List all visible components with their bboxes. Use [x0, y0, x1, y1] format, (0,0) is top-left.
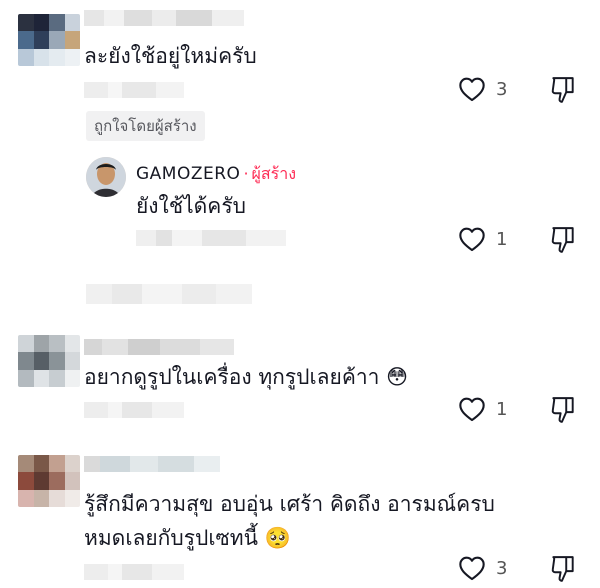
comment-text-content: หมดเลยกับรูปเซทนี้ — [84, 526, 258, 550]
heart-outline-icon — [459, 77, 485, 102]
timestamp-censored — [84, 82, 184, 98]
like-count: 3 — [496, 557, 508, 579]
reply-like-button[interactable]: 1 — [458, 226, 507, 252]
avatar[interactable] — [18, 335, 80, 387]
heart-outline-icon — [459, 397, 485, 422]
username-censored[interactable] — [84, 339, 234, 355]
comment-text-line-1: รู้สึกมีความสุข อบอุ่น เศร้า คิดถึง อารม… — [84, 492, 495, 516]
like-button[interactable]: 3 — [458, 76, 507, 102]
heart-outline-icon — [459, 227, 485, 252]
avatar[interactable] — [18, 14, 80, 66]
creator-username[interactable]: GAMOZERO — [136, 164, 240, 184]
reply-timestamp-censored — [136, 230, 286, 246]
view-replies-censored[interactable] — [86, 284, 252, 304]
avatar[interactable] — [18, 455, 80, 507]
thumbs-down-icon[interactable] — [550, 76, 576, 104]
username-censored[interactable] — [84, 10, 244, 26]
thumbs-down-icon[interactable] — [550, 226, 576, 254]
comment-text-line-2: หมดเลยกับรูปเซทนี้ 🥺 — [84, 524, 291, 552]
comment-text: อยากดูรูปในเครื่อง ทุกรูปเลยค้าา 😳 — [84, 363, 408, 391]
liked-by-creator-badge: ถูกใจโดยผู้สร้าง — [86, 111, 205, 141]
creator-tag: ผู้สร้าง — [251, 164, 297, 183]
reply-text: ยังใช้ได้ครับ — [136, 194, 246, 218]
comment-text-content: อยากดูรูปในเครื่อง ทุกรูปเลยค้าา — [84, 365, 380, 389]
thumbs-down-icon[interactable] — [550, 396, 576, 424]
like-button[interactable]: 3 — [458, 555, 507, 581]
thumbs-down-icon[interactable] — [550, 555, 576, 583]
separator-dot: · — [243, 164, 249, 183]
creator-avatar[interactable] — [86, 157, 126, 197]
like-count: 1 — [496, 228, 508, 250]
timestamp-censored — [84, 402, 184, 418]
pleading-face-emoji: 🥺 — [264, 526, 291, 550]
creator-photo — [86, 157, 126, 197]
timestamp-censored — [84, 564, 184, 580]
comment-text: ละยังใช้อยู่ใหม่ครับ — [84, 44, 257, 68]
like-count: 1 — [496, 398, 508, 420]
flushed-face-emoji: 😳 — [386, 365, 409, 389]
reply-header: GAMOZERO · ผู้สร้าง — [136, 162, 296, 187]
heart-outline-icon — [459, 556, 485, 581]
like-button[interactable]: 1 — [458, 396, 507, 422]
username-censored[interactable] — [84, 456, 220, 472]
like-count: 3 — [496, 78, 508, 100]
